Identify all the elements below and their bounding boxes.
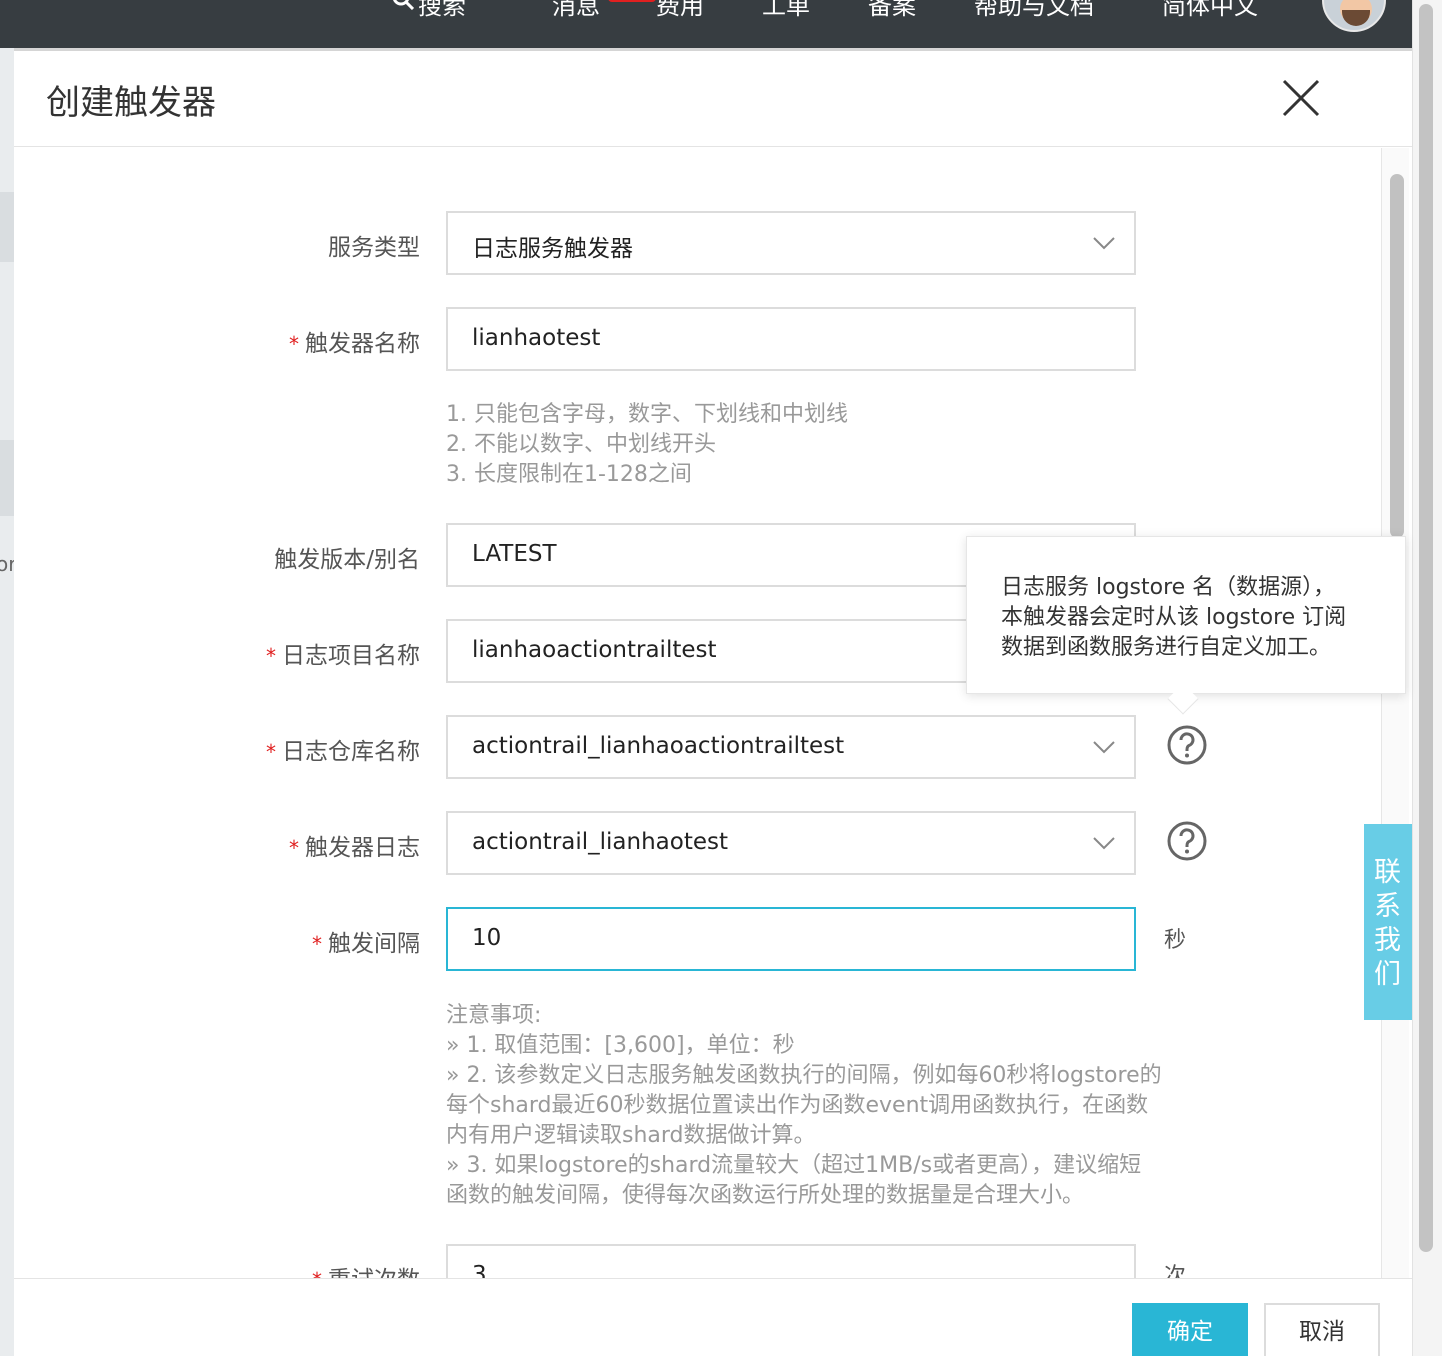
rule-line: 1. 只能包含字母，数字、下划线和中划线: [446, 402, 848, 427]
version-alias-label: 触发版本/别名: [274, 547, 420, 573]
required-mark: *: [289, 836, 299, 860]
nav-help-docs[interactable]: 帮助与文档: [974, 0, 1094, 21]
logstore-label: * 日志仓库名称: [266, 739, 420, 765]
close-icon[interactable]: [1280, 77, 1322, 119]
dialog-body: 服务类型 日志服务触发器 * 触发器名称 lianhaotest 1. 只能包含字…: [14, 148, 1412, 1278]
tooltip-line: 本触发器会定时从该 logstore 订阅: [1001, 605, 1347, 630]
trigger-interval-label: * 触发间隔: [312, 931, 420, 957]
nav-language[interactable]: 简体中文: [1162, 0, 1258, 21]
background-row: [0, 440, 14, 516]
required-mark: *: [312, 1268, 322, 1278]
avatar[interactable]: [1322, 0, 1386, 32]
trigger-log-select[interactable]: actiontrail_lianhaotest: [446, 811, 1136, 875]
note-line: 每个shard最近60秒数据位置读出作为函数event调用函数执行，在函数: [446, 1093, 1149, 1118]
contact-char: 们: [1374, 959, 1401, 990]
rule-line: 3. 长度限制在1-128之间: [446, 462, 692, 487]
logstore-select[interactable]: actiontrail_lianhaoactiontrailtest: [446, 715, 1136, 779]
trigger-log-help-icon[interactable]: [1166, 820, 1208, 862]
interval-unit: 秒: [1164, 928, 1187, 953]
nav-tickets[interactable]: 工单: [762, 0, 810, 21]
required-mark: *: [266, 644, 276, 668]
background-row: [0, 192, 14, 262]
nav-icp[interactable]: 备案: [868, 0, 916, 21]
service-type-select[interactable]: 日志服务触发器: [446, 211, 1136, 275]
interval-notes: 注意事项: » 1. 取值范围：[3,600]，单位：秒 » 2. 该参数定义日…: [446, 1001, 1162, 1211]
chevron-down-icon: [1093, 837, 1115, 850]
logstore-help-icon[interactable]: [1166, 724, 1208, 766]
required-mark: *: [266, 740, 276, 764]
trigger-name-input[interactable]: lianhaotest: [446, 307, 1136, 371]
trigger-log-value: actiontrail_lianhaotest: [472, 829, 729, 855]
chevron-down-icon: [1093, 237, 1115, 250]
retry-unit: 次: [1164, 1264, 1187, 1278]
trigger-interval-value: 10: [472, 925, 502, 951]
page-scrollbar-thumb[interactable]: [1419, 4, 1433, 1252]
nav-search[interactable]: 搜索: [418, 0, 466, 21]
background-page-edge: [0, 48, 14, 1356]
tooltip-line: 数据到函数服务进行自定义加工。: [1001, 635, 1332, 660]
retry-count-label: *重试次数: [312, 1260, 420, 1278]
retry-count-value: 3: [472, 1262, 487, 1278]
dialog-footer: 确定 取消: [14, 1278, 1412, 1356]
note-line: » 1. 取值范围：[3,600]，单位：秒: [446, 1033, 795, 1058]
logstore-value: actiontrail_lianhaoactiontrailtest: [472, 733, 845, 759]
nav-billing[interactable]: 费用: [656, 0, 704, 21]
trigger-name-label: * 触发器名称: [289, 331, 420, 357]
trigger-name-rules: 1. 只能包含字母，数字、下划线和中划线 2. 不能以数字、中划线开头 3. 长…: [446, 400, 848, 490]
note-line: 内有用户逻辑读取shard数据做计算。: [446, 1123, 816, 1148]
service-type-value: 日志服务触发器: [472, 236, 633, 262]
cancel-button[interactable]: 取消: [1264, 1303, 1380, 1356]
contact-us-tab[interactable]: 联 系 我 们: [1364, 824, 1412, 1020]
note-line: » 3. 如果logstore的shard流量较大（超过1MB/s或者更高），建…: [446, 1153, 1142, 1178]
dialog-header: 创建触发器: [14, 51, 1412, 147]
service-type-label: 服务类型: [328, 235, 420, 261]
note-line: » 2. 该参数定义日志服务触发函数执行的间隔，例如每60秒将logstore的: [446, 1063, 1162, 1088]
chevron-down-icon: [1093, 741, 1115, 754]
trigger-interval-input[interactable]: 10: [446, 907, 1136, 971]
log-project-value: lianhaoactiontrailtest: [472, 637, 717, 663]
dialog-scrollbar-thumb[interactable]: [1390, 174, 1404, 538]
logstore-help-tooltip: 日志服务 logstore 名（数据源）， 本触发器会定时从该 logstore…: [966, 536, 1406, 694]
required-mark: *: [289, 332, 299, 356]
search-icon[interactable]: [392, 0, 414, 10]
create-trigger-dialog: 创建触发器 服务类型 日志服务触发器 * 触发器名称 lianhaotest 1.…: [14, 48, 1412, 1356]
version-alias-value: LATEST: [472, 541, 557, 567]
retry-count-input[interactable]: 3: [446, 1244, 1136, 1278]
trigger-log-label: * 触发器日志: [289, 835, 420, 861]
message-count-badge: [608, 0, 656, 2]
top-nav-bar: 搜索 消息 费用 工单 备案 帮助与文档 简体中文: [0, 0, 1412, 48]
trigger-name-value: lianhaotest: [472, 325, 601, 351]
avatar-beard: [1342, 10, 1370, 26]
dialog-title: 创建触发器: [46, 83, 216, 123]
required-mark: *: [312, 932, 322, 956]
rule-line: 2. 不能以数字、中划线开头: [446, 432, 716, 457]
note-line: 注意事项:: [446, 1003, 542, 1028]
log-project-label: * 日志项目名称: [266, 643, 420, 669]
tooltip-line: 日志服务 logstore 名（数据源），: [1001, 575, 1336, 600]
nav-messages[interactable]: 消息: [552, 0, 600, 21]
note-line: 函数的触发间隔，使得每次函数运行所处理的数据量是合理大小。: [446, 1183, 1085, 1208]
confirm-button[interactable]: 确定: [1132, 1303, 1248, 1356]
